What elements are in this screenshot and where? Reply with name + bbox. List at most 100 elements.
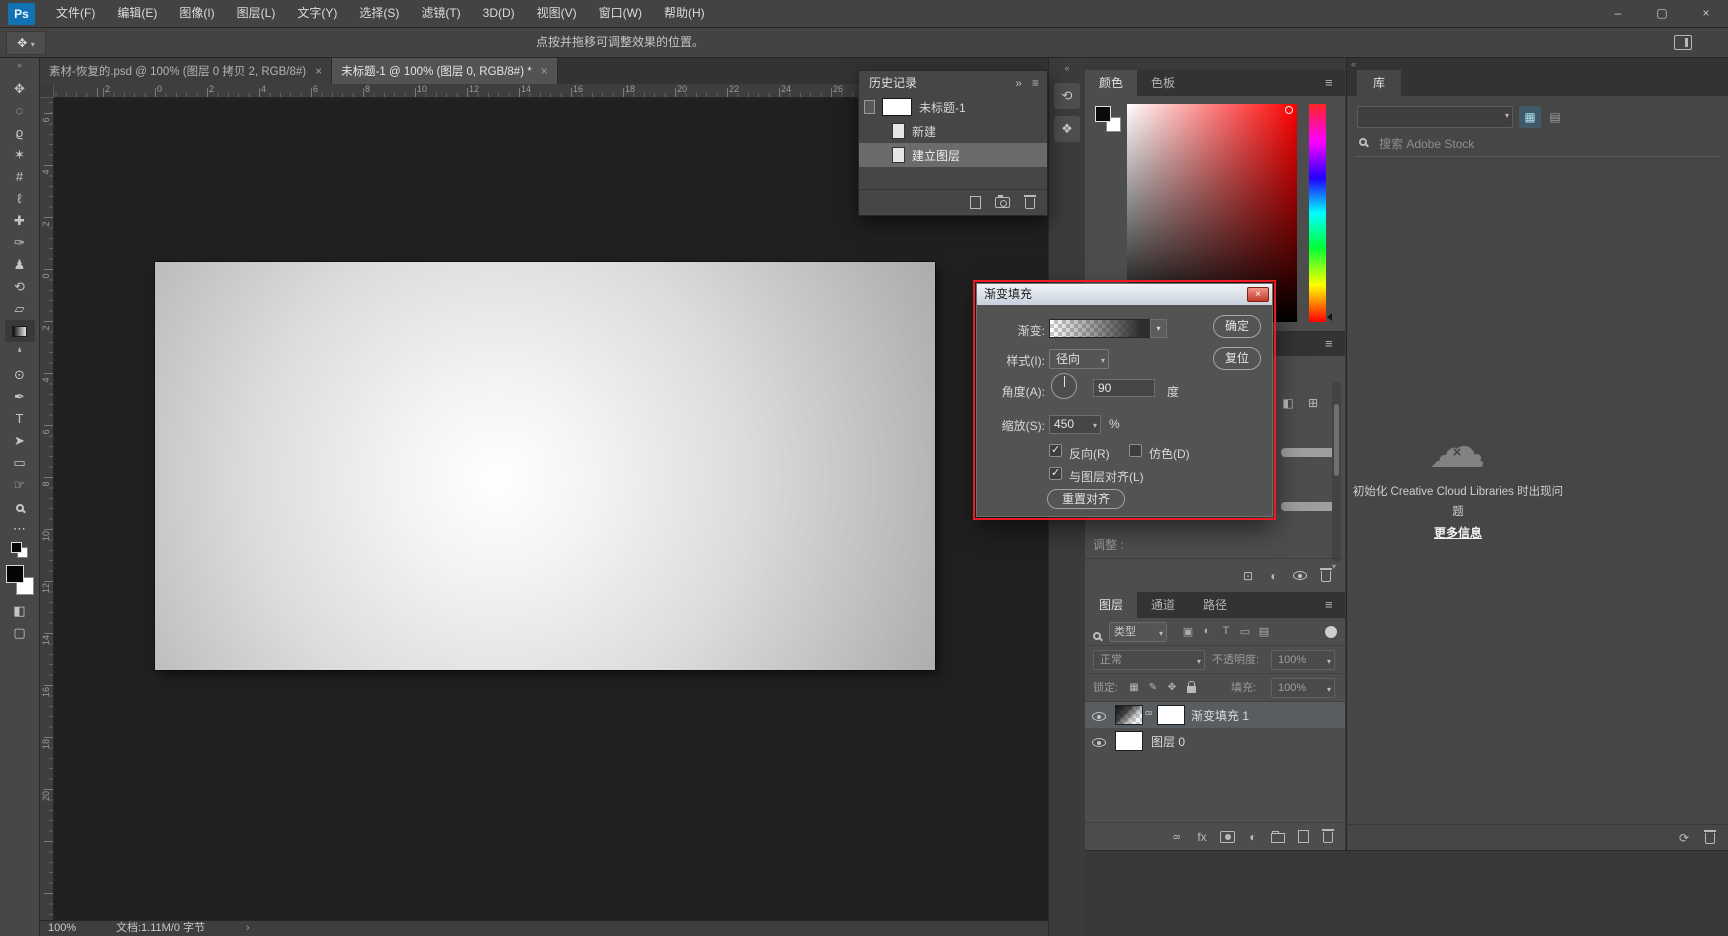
collapse-icon[interactable]: « bbox=[1351, 59, 1356, 69]
panel-tab[interactable]: 颜色 bbox=[1085, 70, 1138, 96]
history-source-icon[interactable] bbox=[864, 100, 875, 114]
history-panel-icon[interactable]: ⟲ bbox=[1054, 83, 1080, 109]
clone-stamp-tool[interactable]: ♟ bbox=[5, 254, 35, 276]
hue-slider[interactable] bbox=[1309, 104, 1326, 322]
layer-thumbnail[interactable] bbox=[1115, 731, 1143, 751]
crop-tool[interactable]: # bbox=[5, 166, 35, 188]
reset-alignment-button[interactable]: 重置对齐 bbox=[1047, 489, 1125, 509]
clip-to-layer-icon[interactable]: ⊡ bbox=[1241, 567, 1255, 585]
layer-row[interactable]: 图层 0 bbox=[1085, 728, 1345, 754]
document-tab[interactable]: 素材-恢复的.psd @ 100% (图层 0 拷贝 2, RGB/8#) × bbox=[40, 58, 333, 84]
filter-adjustment-layers-icon[interactable]: ◐ bbox=[1200, 622, 1214, 640]
panel-tab[interactable]: 图层 bbox=[1085, 592, 1138, 618]
layer-styles-icon[interactable]: fx bbox=[1195, 828, 1209, 846]
hand-tool[interactable]: ☞ bbox=[5, 474, 35, 496]
lasso-tool[interactable]: ϱ bbox=[5, 122, 35, 144]
slider-track[interactable] bbox=[1281, 502, 1339, 511]
blend-mode-select[interactable]: 正常 ▾ bbox=[1093, 650, 1205, 670]
layer-name[interactable]: 图层 0 bbox=[1151, 733, 1185, 750]
visibility-icon[interactable] bbox=[1293, 567, 1307, 585]
menu-item[interactable]: 编辑(E) bbox=[106, 0, 168, 27]
filter-smart-objects-icon[interactable]: ▤ bbox=[1257, 622, 1271, 640]
scrollbar-thumb[interactable] bbox=[1334, 404, 1339, 476]
move-tool[interactable]: ✥ bbox=[5, 78, 35, 100]
layer-row[interactable]: 8 渐变填充 1 bbox=[1085, 702, 1345, 728]
filter-type-layers-icon[interactable]: T bbox=[1219, 622, 1233, 640]
new-adjustment-layer-icon[interactable]: ◐ bbox=[1246, 828, 1260, 846]
delete-state-icon[interactable] bbox=[1023, 194, 1037, 212]
mask-properties-icon[interactable]: ◧ bbox=[1281, 394, 1295, 412]
menu-item[interactable]: 3D(D) bbox=[472, 0, 526, 27]
opacity-select[interactable]: 100% ▾ bbox=[1271, 650, 1335, 670]
fill-select[interactable]: 100% ▾ bbox=[1271, 678, 1335, 698]
menu-item[interactable]: 帮助(H) bbox=[653, 0, 716, 27]
menu-item[interactable]: 文件(F) bbox=[45, 0, 106, 27]
document-tab[interactable]: 未标题-1 @ 100% (图层 0, RGB/8#) * × bbox=[332, 58, 558, 84]
quick-selection-tool[interactable]: ✶ bbox=[5, 144, 35, 166]
align-checkbox[interactable] bbox=[1049, 466, 1062, 480]
new-snapshot-icon[interactable] bbox=[995, 194, 1010, 212]
menu-item[interactable]: 文字(Y) bbox=[286, 0, 348, 27]
reverse-checkbox[interactable] bbox=[1049, 443, 1062, 457]
sync-libraries-icon[interactable]: ⟳ bbox=[1677, 829, 1691, 847]
link-layers-icon[interactable]: 8 bbox=[1170, 828, 1184, 846]
ok-button[interactable]: 确定 bbox=[1213, 315, 1261, 338]
foreground-background-colors[interactable] bbox=[5, 562, 35, 600]
pen-tool[interactable]: ✒ bbox=[5, 386, 35, 408]
delete-library-item-icon[interactable] bbox=[1703, 829, 1717, 847]
add-layer-mask-icon[interactable] bbox=[1220, 828, 1235, 846]
library-select[interactable]: ▾ bbox=[1357, 106, 1513, 128]
brush-tool[interactable]: ✑ bbox=[5, 232, 35, 254]
maximize-button[interactable]: ▢ bbox=[1640, 0, 1684, 27]
menu-item[interactable]: 选择(S) bbox=[348, 0, 410, 27]
zoom-tool[interactable] bbox=[5, 496, 35, 518]
layer-mask-thumbnail[interactable] bbox=[1157, 705, 1185, 725]
reset-button[interactable]: 复位 bbox=[1213, 347, 1261, 370]
layer-visibility-icon[interactable] bbox=[1092, 710, 1106, 724]
healing-brush-tool[interactable]: ✚ bbox=[5, 210, 35, 232]
lock-pixels-icon[interactable]: ✎ bbox=[1146, 678, 1160, 696]
minimize-button[interactable]: – bbox=[1596, 0, 1640, 27]
menu-item[interactable]: 图像(I) bbox=[168, 0, 225, 27]
library-search-icon[interactable] bbox=[1359, 138, 1367, 146]
type-tool[interactable]: T bbox=[5, 408, 35, 430]
library-search-placeholder[interactable]: 搜索 Adobe Stock bbox=[1379, 135, 1474, 152]
panel-tab[interactable]: 通道 bbox=[1137, 592, 1189, 618]
marquee-tool[interactable]: ◌ bbox=[5, 100, 35, 122]
dialog-title-bar[interactable]: 渐变填充 × bbox=[977, 284, 1272, 305]
layer-thumbnail[interactable] bbox=[1115, 705, 1143, 725]
history-brush-tool[interactable]: ⟲ bbox=[5, 276, 35, 298]
properties-panel-icon[interactable]: ❖ bbox=[1054, 116, 1080, 142]
menu-item[interactable]: 视图(V) bbox=[526, 0, 588, 27]
gradient-tool[interactable] bbox=[4, 320, 35, 342]
new-document-from-state-icon[interactable] bbox=[968, 194, 982, 212]
panel-collapse-icon[interactable]: » bbox=[1015, 71, 1022, 95]
dither-checkbox[interactable] bbox=[1129, 444, 1142, 457]
blur-tool[interactable]: ❛ bbox=[5, 342, 35, 364]
slider-track[interactable] bbox=[1281, 448, 1339, 457]
layer-name[interactable]: 渐变填充 1 bbox=[1191, 707, 1249, 724]
delete-layer-icon[interactable] bbox=[1321, 828, 1335, 846]
history-state[interactable]: 建立图层 bbox=[859, 143, 1047, 167]
default-colors-mini[interactable] bbox=[5, 540, 35, 562]
panel-tab[interactable]: 色板 bbox=[1137, 70, 1189, 96]
menu-item[interactable]: 滤镜(T) bbox=[410, 0, 471, 27]
more-info-link[interactable]: 更多信息 bbox=[1351, 524, 1565, 541]
panel-tab[interactable]: 路径 bbox=[1189, 592, 1241, 618]
ruler-corner[interactable] bbox=[40, 84, 54, 98]
eraser-tool[interactable]: ▱ bbox=[5, 298, 35, 320]
history-state[interactable]: 新建 bbox=[859, 119, 1047, 143]
toggle-mask-icon[interactable]: ◐ bbox=[1267, 567, 1281, 585]
tab-close-icon[interactable]: × bbox=[315, 64, 322, 78]
screen-mode-button[interactable]: ▢ bbox=[5, 622, 35, 644]
eyedropper-tool[interactable]: ℓ bbox=[5, 188, 35, 210]
grid-view-icon[interactable]: ▦ bbox=[1519, 106, 1541, 128]
new-layer-icon[interactable] bbox=[1296, 828, 1310, 846]
filter-pixel-layers-icon[interactable]: ▣ bbox=[1181, 622, 1195, 640]
angle-input[interactable]: 90 bbox=[1093, 379, 1155, 397]
tool-ellipsis[interactable]: ⋯ bbox=[5, 518, 35, 540]
dodge-tool[interactable]: ⊙ bbox=[5, 364, 35, 386]
history-source-icon[interactable] bbox=[864, 147, 876, 163]
filter-search-icon[interactable] bbox=[1093, 632, 1101, 640]
dock-collapse-icon[interactable]: « bbox=[1064, 63, 1069, 73]
